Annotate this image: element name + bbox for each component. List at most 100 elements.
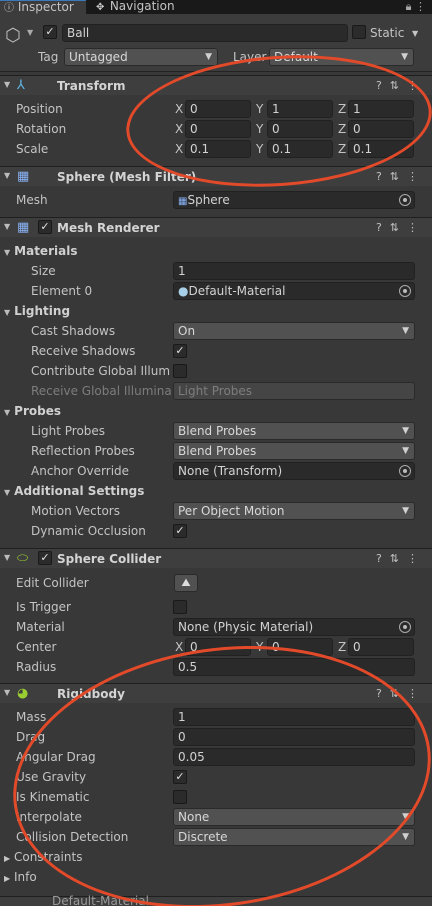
sphere-collider-enabled-checkbox[interactable]: ✓ (38, 551, 52, 565)
rotation-z-field[interactable]: 0 (348, 120, 414, 138)
material-preview-row[interactable]: Default-Material (0, 894, 432, 906)
drag-field[interactable]: 0 (173, 728, 415, 746)
cast-shadows-dropdown[interactable]: On ▼ (173, 322, 415, 340)
constraints-foldout[interactable]: ▶ Constraints (4, 849, 82, 867)
mesh-renderer-header[interactable]: ▼ ▦ ✓ Mesh Renderer ?⇅⋮ (0, 217, 432, 237)
object-name-field[interactable]: Ball (62, 24, 348, 42)
mesh-object-field[interactable]: ▦Sphere (173, 191, 415, 209)
scale-y-field[interactable]: 0.1 (267, 140, 333, 158)
position-x-field[interactable]: 0 (185, 100, 251, 118)
fold-arrow-icon[interactable]: ▼ (4, 80, 10, 89)
mesh-filter-header[interactable]: ▼ ▦ Sphere (Mesh Filter) ?⇅⋮ (0, 166, 432, 186)
edit-collider-icon: ⛰ (181, 576, 191, 589)
object-picker-icon[interactable] (399, 194, 411, 206)
help-icon[interactable]: ? (376, 552, 390, 565)
kebab-menu-icon[interactable]: ⋮ (407, 170, 426, 183)
static-checkbox[interactable] (352, 25, 366, 39)
scale-z-field[interactable]: 0.1 (348, 140, 414, 158)
chevron-down-icon[interactable]: ▼ (27, 28, 33, 37)
help-icon[interactable]: ? (376, 79, 390, 92)
anchor-override-field[interactable]: None (Transform) (173, 462, 415, 480)
object-picker-icon[interactable] (399, 285, 411, 297)
element0-material-field[interactable]: ●Default-Material (173, 282, 415, 300)
kebab-menu-icon[interactable]: ⋮ (407, 221, 426, 234)
receive-gi-dropdown: Light Probes (173, 382, 415, 400)
collider-material-field[interactable]: None (Physic Material) (173, 618, 415, 636)
center-label: Center (16, 640, 57, 654)
position-y-field[interactable]: 1 (267, 100, 333, 118)
probes-section[interactable]: ▼ Probes (4, 403, 61, 421)
drag-label: Drag (16, 730, 46, 744)
tab-inspector[interactable]: ⓘ Inspector (0, 0, 86, 14)
sphere-collider-header[interactable]: ▼ ⬭ ✓ Sphere Collider ?⇅⋮ (0, 548, 432, 568)
tab-navigation[interactable]: ✥ Navigation (92, 0, 192, 14)
lighting-section[interactable]: ▼ Lighting (4, 303, 70, 321)
motion-vectors-label: Motion Vectors (31, 504, 120, 518)
static-label: Static (370, 26, 405, 40)
edit-collider-button[interactable]: ⛰ (174, 574, 198, 592)
center-y-field[interactable]: 0 (267, 638, 333, 656)
receive-shadows-checkbox[interactable]: ✓ (173, 344, 187, 358)
preset-icon[interactable]: ⇅ (390, 687, 407, 700)
help-icon[interactable]: ? (376, 170, 390, 183)
preset-icon[interactable]: ⇅ (390, 79, 407, 92)
kebab-menu-icon[interactable]: ⋮ (415, 0, 426, 13)
light-probes-dropdown[interactable]: Blend Probes ▼ (173, 422, 415, 440)
kebab-menu-icon[interactable]: ⋮ (407, 79, 426, 92)
collision-detection-dropdown[interactable]: Discrete ▼ (173, 828, 415, 846)
mesh-renderer-enabled-checkbox[interactable]: ✓ (38, 220, 52, 234)
rotation-x-field[interactable]: 0 (185, 120, 251, 138)
kebab-menu-icon[interactable]: ⋮ (407, 552, 426, 565)
layer-dropdown[interactable]: Default ▼ (269, 48, 414, 66)
fold-arrow-icon[interactable]: ▼ (4, 688, 10, 697)
interpolate-dropdown[interactable]: None ▼ (173, 808, 415, 826)
fold-arrow-icon[interactable]: ▼ (4, 171, 10, 180)
help-icon[interactable]: ? (376, 687, 390, 700)
additional-settings-section[interactable]: ▼ Additional Settings (4, 483, 144, 501)
preset-icon[interactable]: ⇅ (390, 552, 407, 565)
kebab-menu-icon[interactable]: ⋮ (407, 687, 426, 700)
fold-arrow-icon[interactable]: ▼ (4, 553, 10, 562)
contribute-gi-checkbox[interactable] (173, 364, 187, 378)
tag-dropdown[interactable]: Untagged ▼ (64, 48, 218, 66)
dynamic-occlusion-checkbox[interactable]: ✓ (173, 524, 187, 538)
active-toggle[interactable]: ✓ (43, 25, 57, 39)
fold-arrow-icon: ▼ (4, 488, 11, 497)
rotation-y-field[interactable]: 0 (267, 120, 333, 138)
static-dropdown-icon[interactable]: ▼ (412, 26, 418, 42)
rigidbody-header[interactable]: ▼ ◕ Rigidbody ?⇅⋮ (0, 683, 432, 703)
material-sphere-icon: ● (178, 284, 189, 298)
motion-vectors-dropdown[interactable]: Per Object Motion ▼ (173, 502, 415, 520)
object-header: ⬡ ▼ ✓ Ball Static ▼ Tag Untagged ▼ Layer … (0, 14, 432, 72)
position-z-field[interactable]: 1 (348, 100, 414, 118)
rotation-label: Rotation (16, 122, 67, 136)
mass-field[interactable]: 1 (173, 708, 415, 726)
is-kinematic-checkbox[interactable] (173, 790, 187, 804)
transform-header[interactable]: ▼ ⅄ Transform ?⇅⋮ (0, 75, 432, 95)
is-trigger-checkbox[interactable] (173, 600, 187, 614)
collision-detection-label: Collision Detection (16, 830, 129, 844)
receive-gi-label: Receive Global Illuminati (31, 384, 171, 398)
use-gravity-checkbox[interactable]: ✓ (173, 770, 187, 784)
center-z-field[interactable]: 0 (348, 638, 414, 656)
materials-section[interactable]: ▼ Materials (4, 243, 77, 261)
info-foldout[interactable]: ▶ Info (4, 869, 37, 887)
object-picker-icon[interactable] (399, 465, 411, 477)
radius-field[interactable]: 0.5 (173, 658, 415, 676)
lock-icon[interactable]: 🔒︎ (406, 0, 412, 13)
reflection-probes-dropdown[interactable]: Blend Probes ▼ (173, 442, 415, 460)
component-header-icons: ?⇅⋮ (376, 686, 426, 702)
scale-x-field[interactable]: 0.1 (185, 140, 251, 158)
preset-icon[interactable]: ⇅ (390, 221, 407, 234)
fold-arrow-icon[interactable]: ▼ (4, 222, 10, 231)
object-picker-icon[interactable] (399, 621, 411, 633)
component-header-icons: ?⇅⋮ (376, 551, 426, 567)
chevron-down-icon: ▼ (402, 326, 409, 336)
materials-size-field[interactable]: 1 (173, 262, 415, 280)
help-icon[interactable]: ? (376, 221, 390, 234)
center-x-field[interactable]: 0 (185, 638, 251, 656)
size-label: Size (31, 264, 56, 278)
preset-icon[interactable]: ⇅ (390, 170, 407, 183)
reflection-probes-label: Reflection Probes (31, 444, 135, 458)
angular-drag-field[interactable]: 0.05 (173, 748, 415, 766)
